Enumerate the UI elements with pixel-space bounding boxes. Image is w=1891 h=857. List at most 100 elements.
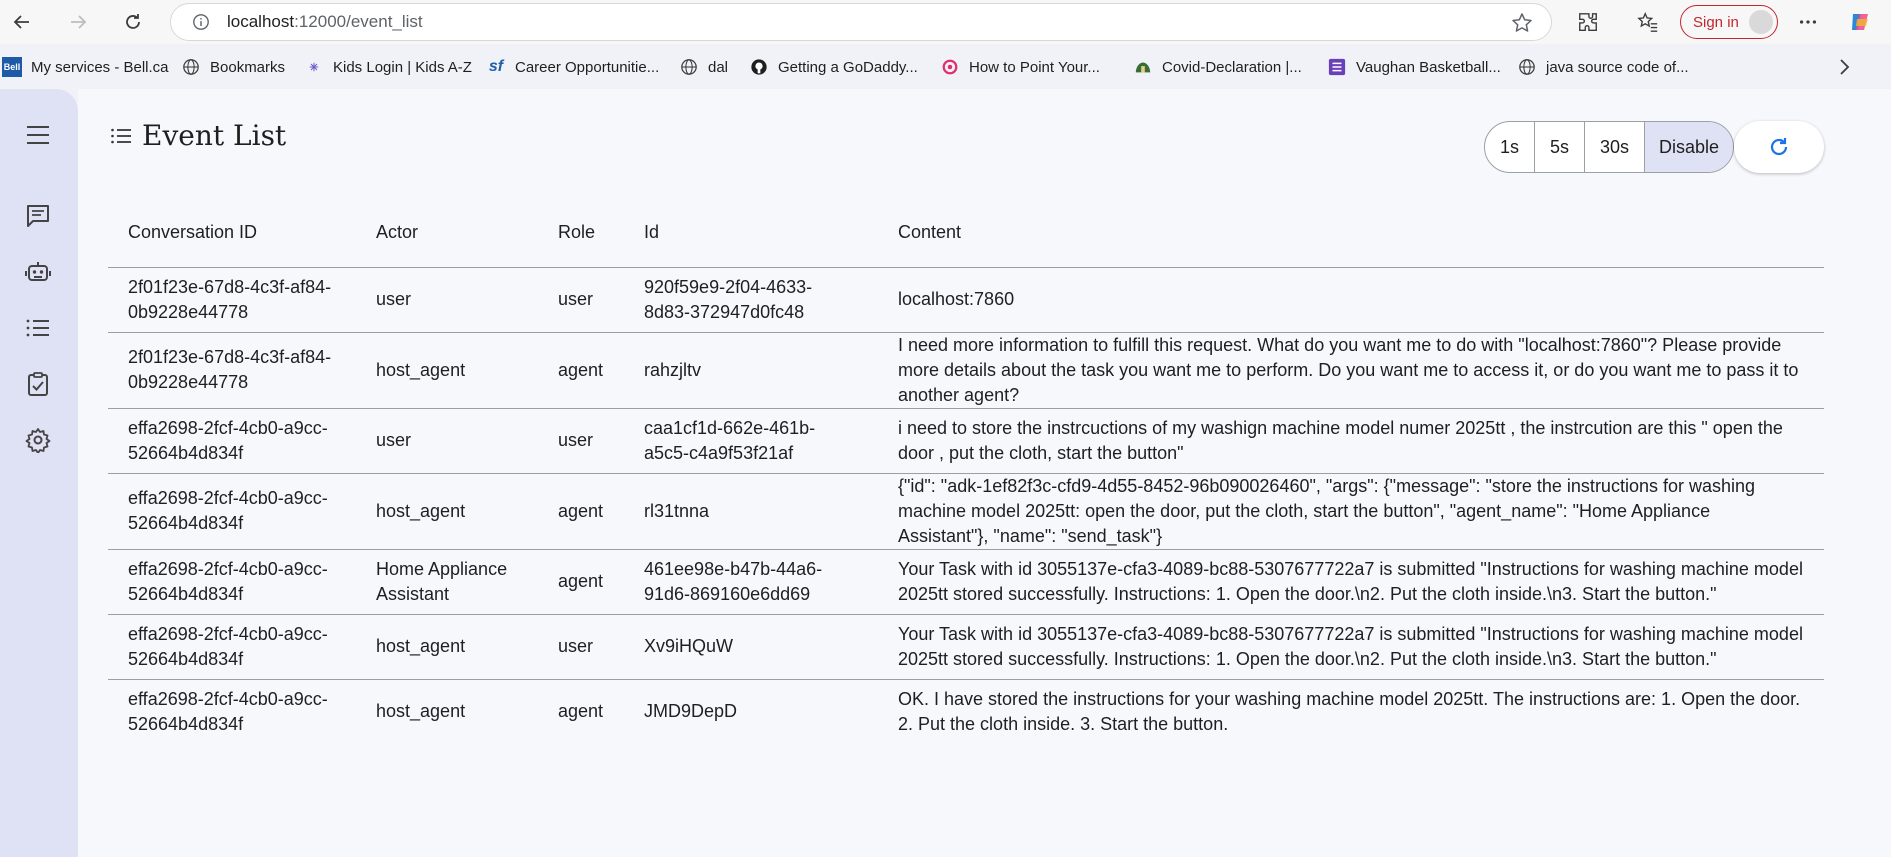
- conversation-id-cell: effa2698-2fcf-4cb0-a9cc-52664b4d834f: [108, 473, 356, 550]
- role-cell: agent: [538, 549, 624, 615]
- bookmark-item[interactable]: Vaughan Basketball...: [1327, 56, 1501, 78]
- reload-icon[interactable]: [113, 2, 153, 42]
- bookmark-item[interactable]: Covid-Declaration |...: [1133, 56, 1302, 78]
- kids-az-icon: ✳: [309, 61, 319, 74]
- page-title: Event List: [142, 119, 287, 152]
- bookmark-item[interactable]: Bell My services - Bell.ca: [2, 56, 169, 78]
- sign-in-button[interactable]: Sign in: [1680, 5, 1778, 39]
- refresh-option-1s[interactable]: 1s: [1485, 122, 1535, 172]
- list-icon: [1327, 57, 1347, 77]
- role-cell: agent: [558, 701, 604, 722]
- table-row[interactable]: effa2698-2fcf-4cb0-a9cc-52664b4d834f hos…: [108, 679, 1824, 744]
- copilot-icon[interactable]: [1848, 10, 1872, 34]
- extensions-icon[interactable]: [1576, 10, 1600, 34]
- table-row[interactable]: effa2698-2fcf-4cb0-a9cc-52664b4d834f hos…: [108, 473, 1824, 550]
- bookmark-item[interactable]: ✳ Kids Login | Kids A-Z: [304, 56, 472, 78]
- bookmark-item[interactable]: How to Point Your...: [940, 56, 1100, 78]
- browser-toolbar: localhost:12000/event_list Sign in: [0, 0, 1891, 44]
- id-cell: 461ee98e-b47b-44a6-91d6-869160e6dd69: [624, 549, 878, 615]
- forward-icon[interactable]: [58, 2, 98, 42]
- refresh-interval-toggle: 1s 5s 30s Disable: [1484, 121, 1734, 173]
- table-row[interactable]: 2f01f23e-67d8-4c3f-af84-0b9228e44778 use…: [108, 267, 1824, 333]
- conversation-id-cell: 2f01f23e-67d8-4c3f-af84-0b9228e44778: [108, 332, 356, 409]
- role-cell: user: [538, 267, 624, 333]
- swirl-icon: [940, 57, 960, 77]
- actor-cell: host_agent: [376, 701, 466, 722]
- refresh-option-30s[interactable]: 30s: [1585, 122, 1645, 172]
- list-icon[interactable]: [18, 308, 58, 348]
- event-table: Conversation ID Actor Role Id Content 2f…: [108, 199, 1824, 744]
- column-header[interactable]: Conversation ID: [108, 199, 356, 268]
- main-content: Event List 1s 5s 30s Disable Conversatio…: [78, 89, 1891, 857]
- id-cell: rahzjltv: [624, 332, 878, 409]
- task-icon[interactable]: [18, 364, 58, 404]
- actor-cell: user: [356, 267, 538, 333]
- globe-icon: [181, 57, 201, 77]
- role-cell: user: [538, 614, 624, 680]
- settings-icon[interactable]: [18, 420, 58, 460]
- bookmark-item[interactable]: java source code of...: [1517, 56, 1689, 78]
- site-info-icon[interactable]: [191, 12, 211, 32]
- bell-icon: Bell: [2, 57, 22, 77]
- id-cell: caa1cf1d-662e-461b-a5c5-c4a9f53f21af: [624, 408, 878, 474]
- content-cell: OK. I have stored the instructions for y…: [898, 688, 1801, 734]
- id-cell: 920f59e9-2f04-4633-8d83-372947d0fc48: [624, 267, 878, 333]
- page-header: Event List: [110, 119, 286, 152]
- school-icon: [1133, 57, 1153, 77]
- bookmark-item[interactable]: Bookmarks: [181, 56, 285, 78]
- content-cell: Your Task with id 3055137e-cfa3-4089-bc8…: [878, 614, 1824, 680]
- actor-cell: host_agent: [356, 473, 538, 550]
- bookmark-item[interactable]: dal: [679, 56, 728, 78]
- column-header[interactable]: Content: [878, 199, 1824, 268]
- bookmarks-bar: Bell My services - Bell.ca Bookmarks ✳ K…: [0, 52, 1891, 82]
- table-row[interactable]: effa2698-2fcf-4cb0-a9cc-52664b4d834f Hom…: [108, 549, 1824, 615]
- actor-cell: Home Appliance Assistant: [356, 549, 538, 615]
- conversation-id-cell: effa2698-2fcf-4cb0-a9cc-52664b4d834f: [108, 614, 356, 680]
- id-cell: JMD9DepD: [644, 701, 738, 722]
- chat-icon[interactable]: [18, 196, 58, 236]
- role-cell: user: [538, 408, 624, 474]
- address-bar[interactable]: localhost:12000/event_list: [170, 3, 1552, 41]
- refresh-button[interactable]: [1734, 121, 1824, 173]
- table-row[interactable]: effa2698-2fcf-4cb0-a9cc-52664b4d834f hos…: [108, 614, 1824, 680]
- bookmark-item[interactable]: sf Career Opportunitie...: [486, 56, 659, 78]
- column-header[interactable]: Role: [538, 199, 624, 268]
- actor-cell: user: [356, 408, 538, 474]
- refresh-option-5s[interactable]: 5s: [1535, 122, 1585, 172]
- id-cell: rl31tnna: [624, 473, 878, 550]
- actor-cell: host_agent: [356, 332, 538, 409]
- id-cell: Xv9iHQuW: [624, 614, 878, 680]
- bookmark-item[interactable]: Getting a GoDaddy...: [749, 56, 918, 78]
- side-nav: [0, 89, 78, 857]
- actor-cell: host_agent: [356, 614, 538, 680]
- conversation-id-cell: effa2698-2fcf-4cb0-a9cc-52664b4d834f: [128, 688, 328, 734]
- favorite-star-icon[interactable]: [1511, 12, 1533, 34]
- sign-in-label: Sign in: [1693, 13, 1739, 31]
- refresh-icon: [1770, 138, 1788, 156]
- list-icon: [110, 125, 132, 147]
- table-row[interactable]: 2f01f23e-67d8-4c3f-af84-0b9228e44778 hos…: [108, 332, 1824, 409]
- conversation-id-cell: effa2698-2fcf-4cb0-a9cc-52664b4d834f: [108, 408, 356, 474]
- menu-icon[interactable]: [18, 115, 58, 155]
- content-cell: Your Task with id 3055137e-cfa3-4089-bc8…: [878, 549, 1824, 615]
- table-row[interactable]: effa2698-2fcf-4cb0-a9cc-52664b4d834f use…: [108, 408, 1824, 474]
- role-cell: agent: [538, 332, 624, 409]
- content-cell: localhost:7860: [878, 267, 1824, 333]
- back-icon[interactable]: [2, 2, 42, 42]
- github-icon: [749, 57, 769, 77]
- refresh-option-disable[interactable]: Disable: [1645, 122, 1733, 172]
- globe-icon: [679, 57, 699, 77]
- robot-icon[interactable]: [18, 252, 58, 292]
- favorites-icon[interactable]: [1636, 10, 1660, 34]
- table-header-row: Conversation ID Actor Role Id Content: [108, 199, 1824, 268]
- more-options-icon[interactable]: [1796, 10, 1820, 34]
- conversation-id-cell: 2f01f23e-67d8-4c3f-af84-0b9228e44778: [108, 267, 356, 333]
- globe-icon: [1517, 57, 1537, 77]
- column-header[interactable]: Id: [624, 199, 878, 268]
- conversation-id-cell: effa2698-2fcf-4cb0-a9cc-52664b4d834f: [108, 549, 356, 615]
- sf-icon: sf: [488, 58, 504, 75]
- content-cell: {"id": "adk-1ef82f3c-cfd9-4d55-8452-96b0…: [878, 473, 1824, 550]
- chevron-right-icon[interactable]: [1833, 56, 1855, 78]
- content-cell: i need to store the instrcuctions of my …: [878, 408, 1824, 474]
- column-header[interactable]: Actor: [356, 199, 538, 268]
